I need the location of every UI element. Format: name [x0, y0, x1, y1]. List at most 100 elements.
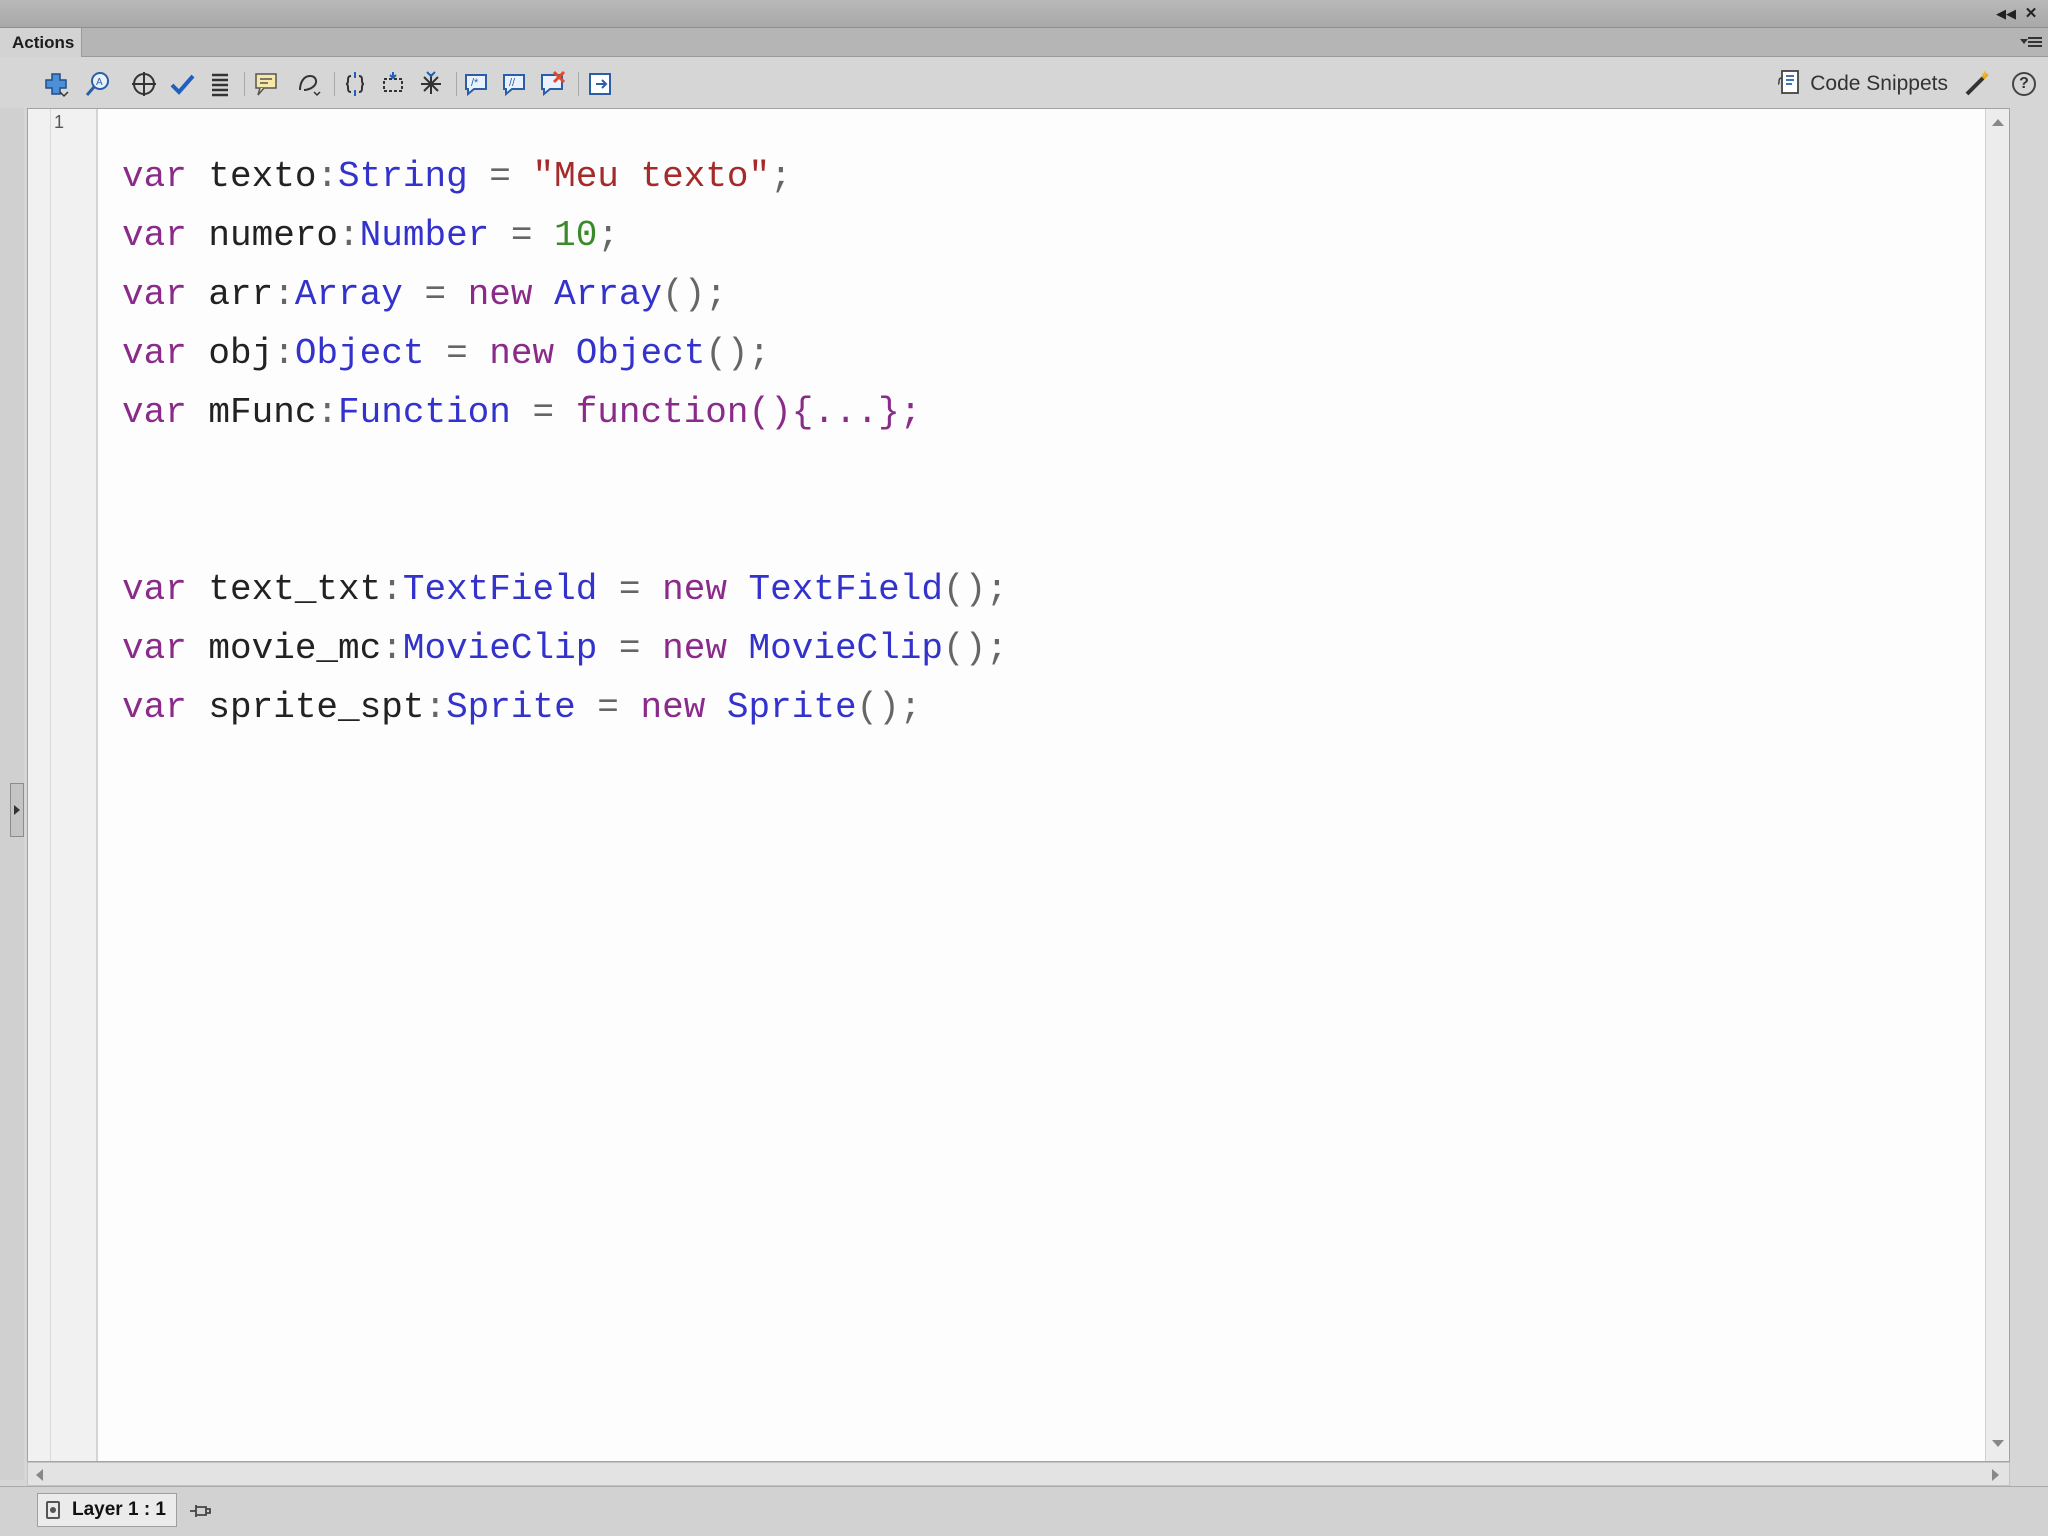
code-token: numero: [186, 215, 339, 256]
code-token: =: [402, 274, 468, 315]
code-token: new: [489, 333, 555, 374]
code-token: Sprite: [446, 687, 576, 728]
code-token: :: [381, 628, 403, 669]
code-token: new: [662, 628, 727, 669]
wizard-wand-icon[interactable]: [1961, 68, 1993, 100]
code-token: ;: [597, 215, 619, 256]
collapse-panel-icon[interactable]: ◀◀: [1996, 5, 2016, 23]
code-token: var: [122, 569, 187, 610]
code-token: new: [662, 569, 727, 610]
horizontal-scrollbar[interactable]: [27, 1462, 2010, 1486]
code-token: ();: [942, 569, 1008, 610]
code-token: =: [510, 392, 576, 433]
status-bar: Layer 1 : 1: [0, 1486, 2048, 1536]
toolbar-divider: [578, 72, 579, 96]
auto-format-icon[interactable]: [204, 68, 236, 100]
code-token: var: [122, 274, 187, 315]
code-token: MovieClip: [402, 628, 598, 669]
code-token: movie_mc: [186, 628, 382, 669]
code-token: "Meu texto": [532, 156, 771, 197]
code-token: new: [640, 687, 706, 728]
show-hide-toolbox-icon[interactable]: [584, 68, 616, 100]
code-token: ();: [942, 628, 1008, 669]
tab-actions[interactable]: Actions: [0, 28, 82, 57]
svg-text:A: A: [96, 77, 103, 88]
code-token: ();: [856, 687, 922, 728]
code-token: Number: [359, 215, 490, 256]
code-token: =: [489, 215, 555, 256]
code-token: ();: [662, 274, 727, 315]
code-token: Object: [575, 333, 706, 374]
script-editor[interactable]: 1 var texto:String = "Meu texto"; var num…: [27, 108, 2010, 1462]
remove-comment-icon[interactable]: [536, 68, 568, 100]
vertical-scrollbar[interactable]: [1985, 109, 2009, 1461]
svg-text:/*: /*: [471, 77, 479, 89]
collapse-selection-icon[interactable]: [377, 68, 409, 100]
actions-toolbar: A /* // Code Snippets ?: [0, 58, 2048, 108]
panel-menu-icon[interactable]: [2018, 33, 2042, 51]
show-code-hint-icon[interactable]: [250, 68, 282, 100]
code-token: ;: [770, 156, 792, 197]
code-token: :: [338, 215, 360, 256]
code-token: =: [424, 333, 490, 374]
code-snippets-icon: [1776, 68, 1802, 101]
apply-line-comment-icon[interactable]: //: [498, 68, 530, 100]
code-token: :: [381, 569, 403, 610]
code-token: mFunc: [186, 392, 317, 433]
scroll-left-arrow[interactable]: [36, 1469, 43, 1481]
code-token: var: [122, 333, 187, 374]
close-icon[interactable]: ✕: [2022, 5, 2040, 23]
add-new-item-icon[interactable]: [40, 68, 72, 100]
panel-title-bar: ◀◀ ✕: [0, 0, 2048, 28]
code-token: var: [122, 687, 187, 728]
code-snippets-button[interactable]: Code Snippets: [1776, 68, 1948, 100]
code-token: text_txt: [186, 569, 382, 610]
code-token: texto: [186, 156, 317, 197]
code-line: var texto:String = "Meu texto";: [122, 147, 1008, 206]
apply-block-comment-icon[interactable]: /*: [460, 68, 492, 100]
code-token: =: [597, 569, 663, 610]
code-token: Array: [294, 274, 403, 315]
help-icon[interactable]: ?: [2012, 72, 2036, 96]
code-line: var text_txt:TextField = new TextField()…: [122, 560, 1008, 619]
code-token: Object: [294, 333, 425, 374]
find-icon[interactable]: A: [82, 68, 114, 100]
scroll-down-arrow[interactable]: [1992, 1440, 2004, 1447]
pin-script-icon[interactable]: [188, 1501, 212, 1521]
line-number: 1: [54, 112, 65, 132]
insert-target-path-icon[interactable]: [128, 68, 160, 100]
scroll-up-arrow[interactable]: [1992, 119, 2004, 126]
code-text[interactable]: var texto:String = "Meu texto"; var numer…: [122, 147, 1008, 737]
code-line: var sprite_spt:Sprite = new Sprite();: [122, 678, 1008, 737]
code-token: :: [424, 687, 447, 728]
check-syntax-icon[interactable]: [166, 68, 198, 100]
code-token: var: [122, 215, 187, 256]
code-token: String: [338, 156, 468, 197]
code-line: var arr:Array = new Array();: [122, 265, 1008, 324]
panel-tab-row: Actions: [0, 28, 2048, 57]
collapse-between-braces-icon[interactable]: [339, 68, 371, 100]
code-token: :: [273, 274, 295, 315]
code-token: sprite_spt: [186, 687, 425, 728]
expand-all-icon[interactable]: [415, 68, 447, 100]
code-snippets-label: Code Snippets: [1810, 72, 1948, 95]
layer-script-tab[interactable]: Layer 1 : 1: [37, 1493, 177, 1527]
scroll-right-arrow[interactable]: [1992, 1469, 1999, 1481]
code-token: =: [467, 156, 533, 197]
debug-options-icon[interactable]: [292, 68, 324, 100]
code-token: MovieClip: [748, 628, 943, 669]
toolbox-expand-handle[interactable]: [10, 783, 24, 837]
svg-text://: //: [509, 77, 516, 89]
code-token: Array: [554, 274, 663, 315]
toolbar-divider: [244, 72, 245, 96]
code-line: var obj:Object = new Object();: [122, 324, 1008, 383]
code-token: :: [273, 333, 295, 374]
toolbar-divider: [456, 72, 457, 96]
gutter-divider: [50, 109, 51, 1461]
code-token: var: [122, 392, 187, 433]
